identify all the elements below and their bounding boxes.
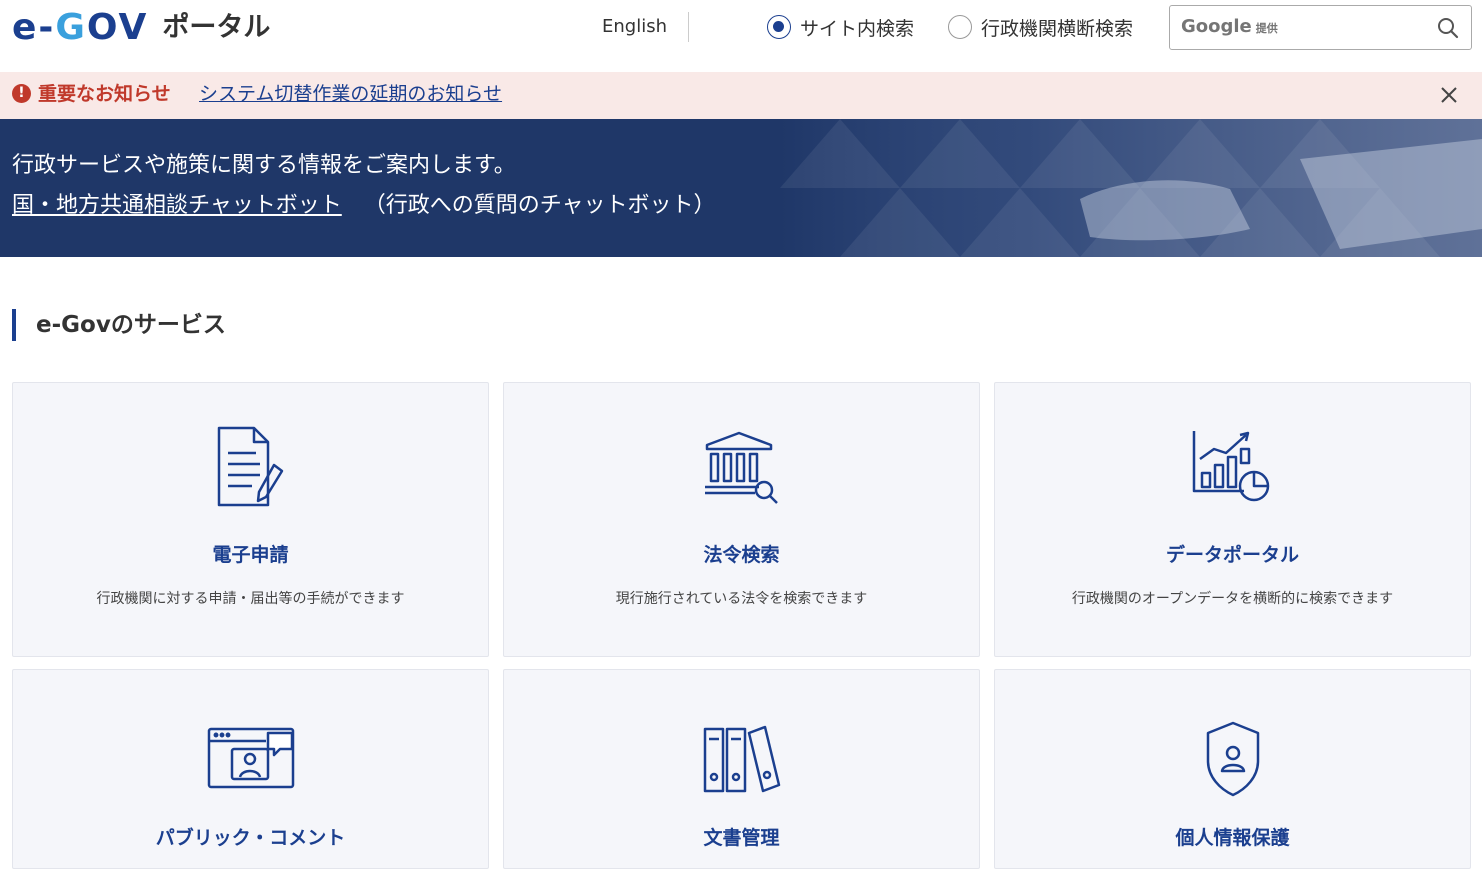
- hero-intro-text: 行政サービスや施策に関する情報をご案内します。: [12, 153, 516, 178]
- law-building-search-icon: [704, 431, 778, 504]
- card-title: パブリック・コメント: [155, 827, 346, 849]
- radio-cross-agency-search-label[interactable]: 行政機関横断検索: [981, 14, 1133, 41]
- egov-logo-mark: e-GOV: [12, 7, 149, 48]
- card-title: 文書管理: [703, 827, 780, 849]
- public-comment-icon: [207, 727, 294, 789]
- shield-person-icon: [1206, 721, 1259, 797]
- card-description: 現行施行されている法令を検索できます: [615, 591, 868, 607]
- chart-data-icon: [1192, 431, 1269, 502]
- site-header: e-GOV ポータル English サイト内検索 行政機関横断検索 Googl…: [0, 0, 1482, 72]
- radio-cross-agency-search-button[interactable]: [948, 15, 972, 39]
- hero-background-image: [780, 119, 1482, 257]
- important-notice-bar: ! 重要なお知らせ システム切替作業の延期のお知らせ: [0, 72, 1482, 119]
- search-box: Google 提供: [1169, 5, 1472, 50]
- search-icon[interactable]: [1435, 15, 1461, 41]
- card-title: 法令検索: [703, 544, 780, 566]
- hero-chatbot-row: 国・地方共通相談チャットボット （行政への質問のチャットボット）: [12, 191, 716, 221]
- notice-link[interactable]: システム切替作業の延期のお知らせ: [199, 81, 502, 107]
- service-card-personal-info-protection[interactable]: 個人情報保護: [994, 669, 1471, 869]
- card-title: データポータル: [1165, 544, 1299, 566]
- alert-icon: !: [12, 84, 31, 103]
- search-input[interactable]: [1180, 14, 1420, 42]
- radio-site-search-button[interactable]: [767, 15, 791, 39]
- binders-icon: [703, 725, 780, 793]
- document-pen-icon: [217, 426, 283, 507]
- english-language-link[interactable]: English: [602, 14, 667, 40]
- radio-site-search[interactable]: サイト内検索: [767, 12, 914, 42]
- card-description: 行政機関のオープンデータを横断的に検索できます: [1071, 591, 1394, 607]
- card-title: 個人情報保護: [1175, 827, 1290, 849]
- service-card-law-search[interactable]: 法令検索 現行施行されている法令を検索できます: [503, 382, 980, 657]
- card-title: 電子申請: [212, 544, 289, 566]
- header-divider: [688, 12, 689, 42]
- notice-title: 重要なお知らせ: [38, 83, 171, 105]
- egov-portal-logo[interactable]: e-GOV ポータル: [12, 8, 270, 48]
- radio-site-search-label[interactable]: サイト内検索: [800, 14, 914, 41]
- close-icon[interactable]: [1437, 83, 1461, 107]
- logo-subtitle: ポータル: [162, 12, 271, 43]
- service-card-document-management[interactable]: 文書管理: [503, 669, 980, 869]
- services-section-title: e-Govのサービス: [12, 309, 226, 341]
- radio-cross-agency-search[interactable]: 行政機関横断検索: [948, 12, 1133, 42]
- card-description: 行政機関に対する申請・届出等の手続ができます: [96, 591, 405, 607]
- service-card-public-comment[interactable]: パブリック・コメント: [12, 669, 489, 869]
- hero-banner: 行政サービスや施策に関する情報をご案内します。 国・地方共通相談チャットボット （…: [0, 119, 1482, 257]
- chatbot-note: （行政への質問のチャットボット）: [363, 193, 716, 218]
- chatbot-link[interactable]: 国・地方共通相談チャットボット: [12, 193, 342, 218]
- service-card-e-application[interactable]: 電子申請 行政機関に対する申請・届出等の手続ができます: [12, 382, 489, 657]
- service-card-data-portal[interactable]: データポータル 行政機関のオープンデータを横断的に検索できます: [994, 382, 1471, 657]
